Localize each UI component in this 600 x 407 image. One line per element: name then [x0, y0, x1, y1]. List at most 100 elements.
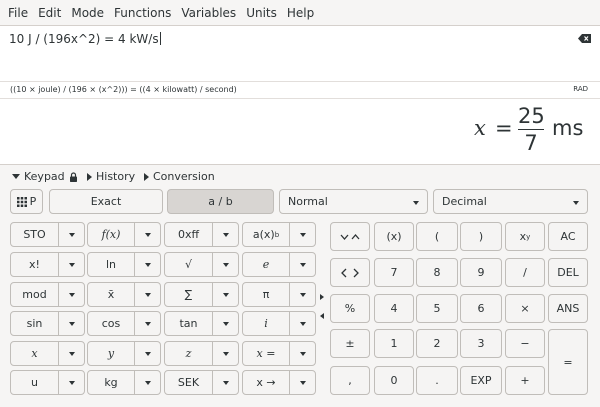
sto-label[interactable]: STO [11, 223, 59, 246]
convert-menu[interactable] [290, 371, 315, 394]
mod-label[interactable]: mod [11, 283, 59, 306]
digit-3-button[interactable]: 3 [460, 329, 502, 358]
sto-menu[interactable] [59, 223, 84, 246]
menu-variables[interactable]: Variables [176, 6, 241, 20]
lock-icon[interactable] [69, 171, 77, 182]
digit-7-button[interactable]: 7 [374, 258, 414, 287]
hex-label[interactable]: 0xff [165, 223, 213, 246]
sek-menu[interactable] [213, 371, 238, 394]
plus-button[interactable]: + [505, 366, 545, 395]
menu-mode[interactable]: Mode [66, 6, 109, 20]
menu-functions[interactable]: Functions [109, 6, 176, 20]
conversion-expander[interactable]: Conversion [144, 170, 215, 183]
multiply-button[interactable]: × [505, 294, 545, 323]
ln-label[interactable]: ln [88, 253, 135, 276]
x-label[interactable]: x [11, 342, 59, 365]
ax-menu[interactable] [290, 223, 315, 246]
sqrt-label[interactable]: √ [165, 253, 213, 276]
imaginary-button[interactable]: i [242, 311, 316, 336]
exponent-button[interactable]: EXP [460, 366, 502, 395]
factorial-button[interactable]: x! [10, 252, 85, 277]
angle-unit-indicator[interactable]: RAD [573, 85, 588, 93]
history-expander[interactable]: History [87, 170, 135, 183]
sek-label[interactable]: SEK [165, 371, 213, 394]
keypad-expander[interactable]: Keypad [12, 170, 77, 183]
y-label[interactable]: y [88, 342, 135, 365]
x-equals-label[interactable]: x = [243, 342, 290, 365]
mean-label[interactable]: x̄ [88, 283, 135, 306]
e-label[interactable]: e [243, 253, 290, 276]
expression-input[interactable]: 10 J / (196x^2) = 4 kW/s [0, 25, 600, 82]
u-label[interactable]: u [11, 371, 59, 394]
sum-menu[interactable] [213, 283, 238, 306]
percent-button[interactable]: % [330, 294, 370, 323]
sqrt-button[interactable]: √ [164, 252, 239, 277]
menu-file[interactable]: File [3, 6, 33, 20]
power-button[interactable]: xy [505, 222, 545, 251]
ax-function-button[interactable]: a(x) b [242, 222, 316, 247]
currency-sek-button[interactable]: SEK [164, 370, 239, 395]
factorial-label[interactable]: x! [11, 253, 59, 276]
digit-5-button[interactable]: 5 [416, 294, 458, 323]
display-mode-select[interactable]: Normal [279, 189, 428, 214]
x-equals-button[interactable]: x = [242, 341, 316, 366]
digit-4-button[interactable]: 4 [374, 294, 414, 323]
divide-button[interactable]: / [505, 258, 545, 287]
number-base-select[interactable]: Decimal [433, 189, 588, 214]
menu-edit[interactable]: Edit [33, 6, 66, 20]
y-menu[interactable] [135, 342, 160, 365]
sto-button[interactable]: STO [10, 222, 85, 247]
unit-kg-button[interactable]: kg [87, 370, 161, 395]
sqrt-menu[interactable] [213, 253, 238, 276]
all-clear-button[interactable]: AC [548, 222, 588, 251]
ax-label[interactable]: a(x) b [243, 223, 290, 246]
mod-menu[interactable] [59, 283, 84, 306]
sin-button[interactable]: sin [10, 311, 85, 336]
hex-button[interactable]: 0xff [164, 222, 239, 247]
pi-menu[interactable] [290, 283, 315, 306]
tan-label[interactable]: tan [165, 312, 213, 335]
fx-label[interactable]: f(x) [88, 223, 135, 246]
programming-keypad-button[interactable]: P [10, 189, 43, 214]
expand-left-arrow-icon[interactable] [320, 313, 324, 319]
digit-0-button[interactable]: 0 [374, 366, 414, 395]
cos-button[interactable]: cos [87, 311, 161, 336]
close-paren-button[interactable]: ) [460, 222, 502, 251]
function-button[interactable]: f(x) [87, 222, 161, 247]
convert-to-button[interactable]: x → [242, 370, 316, 395]
cos-menu[interactable] [135, 312, 160, 335]
factorial-menu[interactable] [59, 253, 84, 276]
fx-menu[interactable] [135, 223, 160, 246]
i-label[interactable]: i [243, 312, 290, 335]
answer-button[interactable]: ANS [548, 294, 588, 323]
u-menu[interactable] [59, 371, 84, 394]
expand-right-arrow-icon[interactable] [320, 294, 324, 300]
unit-u-button[interactable]: u [10, 370, 85, 395]
digit-6-button[interactable]: 6 [460, 294, 502, 323]
cos-label[interactable]: cos [88, 312, 135, 335]
sin-menu[interactable] [59, 312, 84, 335]
x-equals-menu[interactable] [290, 342, 315, 365]
plus-minus-button[interactable]: ± [330, 329, 370, 358]
mean-menu[interactable] [135, 283, 160, 306]
digit-9-button[interactable]: 9 [460, 258, 502, 287]
sum-button[interactable]: ∑ [164, 282, 239, 307]
digit-1-button[interactable]: 1 [374, 329, 414, 358]
parentheses-x-button[interactable]: (x) [374, 222, 414, 251]
menu-units[interactable]: Units [241, 6, 282, 20]
mod-button[interactable]: mod [10, 282, 85, 307]
exact-toggle[interactable]: Exact [49, 189, 163, 214]
e-menu[interactable] [290, 253, 315, 276]
mean-button[interactable]: x̄ [87, 282, 161, 307]
kg-menu[interactable] [135, 371, 160, 394]
ln-menu[interactable] [135, 253, 160, 276]
hex-menu[interactable] [213, 223, 238, 246]
variable-y-button[interactable]: y [87, 341, 161, 366]
cursor-left-right-button[interactable] [330, 258, 370, 287]
sum-label[interactable]: ∑ [165, 283, 213, 306]
variable-x-button[interactable]: x [10, 341, 85, 366]
open-paren-button[interactable]: ( [416, 222, 458, 251]
menu-help[interactable]: Help [282, 6, 319, 20]
pi-button[interactable]: π [242, 282, 316, 307]
fraction-toggle[interactable]: a / b [167, 189, 274, 214]
